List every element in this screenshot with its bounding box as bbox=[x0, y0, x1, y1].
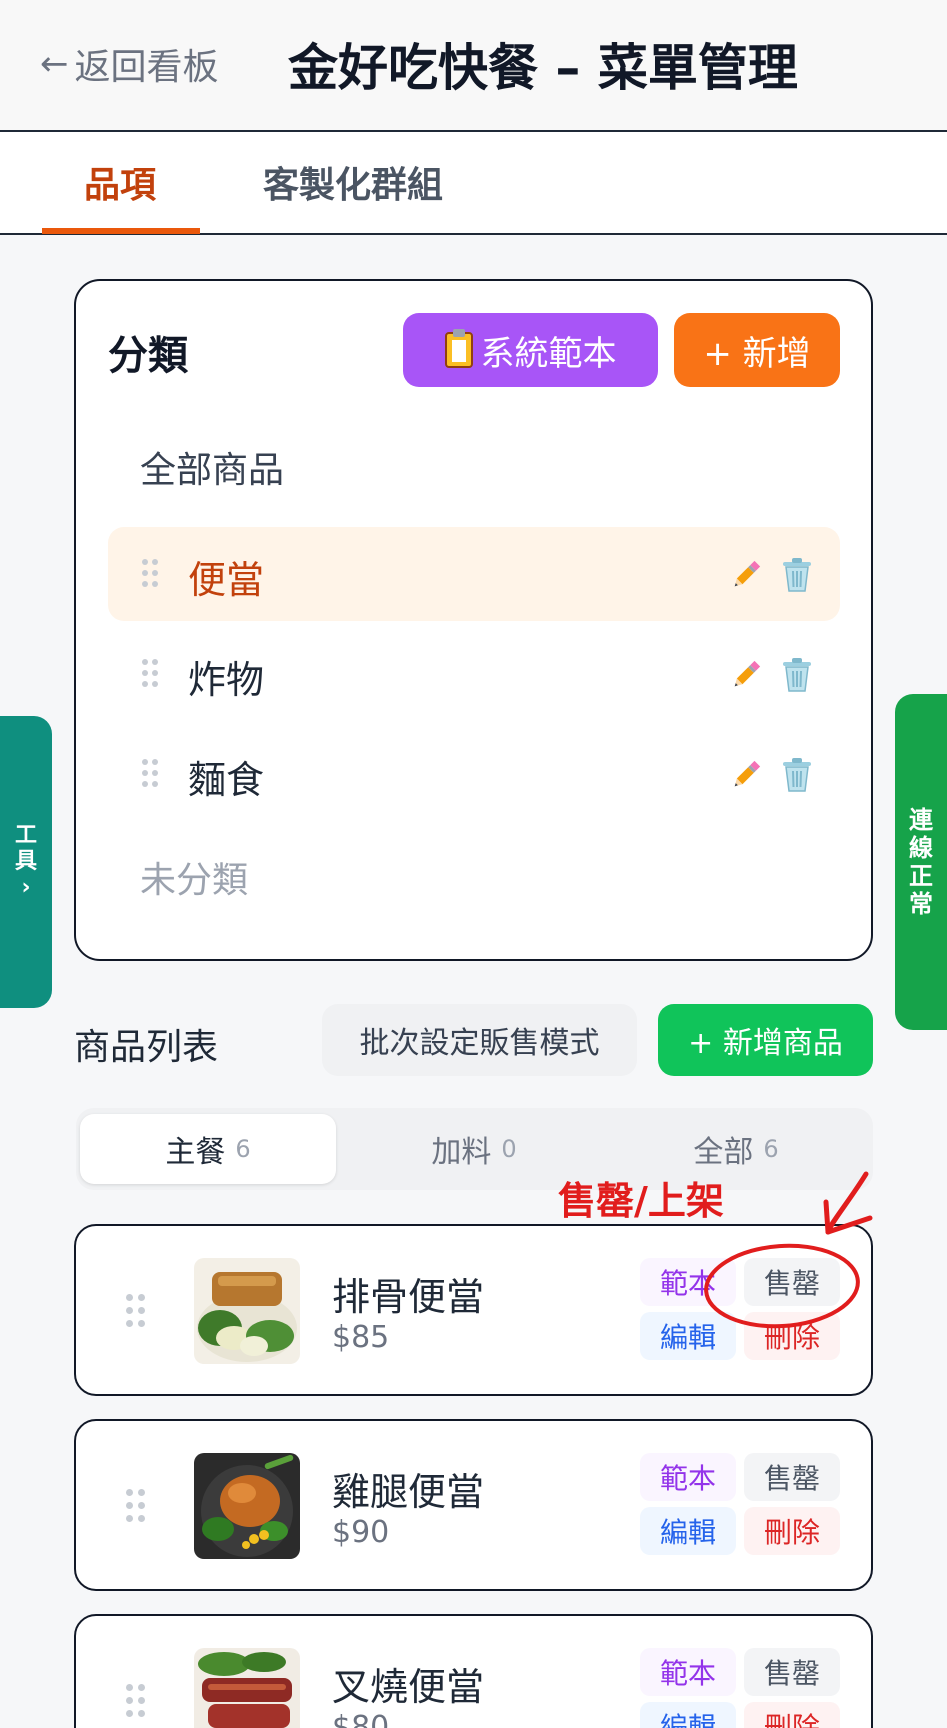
segment-label: 加料 bbox=[431, 1135, 492, 1170]
product-photo bbox=[194, 1648, 300, 1728]
connection-label-char: 常 bbox=[909, 890, 933, 918]
edit-button[interactable]: 編輯 bbox=[640, 1702, 736, 1728]
drag-handle-icon[interactable] bbox=[126, 1684, 146, 1718]
category-name: 炸物 bbox=[188, 658, 265, 702]
category-uncategorized[interactable]: 未分類 bbox=[140, 851, 248, 903]
drag-handle-icon[interactable] bbox=[142, 759, 158, 787]
annotation-label: 售罄/上架 bbox=[558, 1179, 724, 1223]
product-photo bbox=[194, 1258, 300, 1364]
tab-bar: 品項 客製化群組 bbox=[0, 132, 947, 235]
category-all-products[interactable]: 全部商品 bbox=[140, 441, 284, 493]
template-button[interactable]: 範本 bbox=[640, 1648, 736, 1696]
product-price: $90 bbox=[332, 1515, 390, 1550]
system-template-button[interactable]: 系統範本 bbox=[403, 313, 658, 387]
tab-custom-groups[interactable]: 客製化群組 bbox=[263, 156, 443, 208]
category-name: 便當 bbox=[188, 558, 265, 602]
trash-icon[interactable] bbox=[780, 655, 814, 693]
product-photo bbox=[194, 1453, 300, 1559]
product-name: 排骨便當 bbox=[332, 1275, 485, 1319]
drag-handle-icon[interactable] bbox=[142, 559, 158, 587]
segment-count: 6 bbox=[235, 1135, 251, 1163]
connection-status-tab[interactable]: 連 線 正 常 bbox=[895, 694, 947, 1030]
tools-label-char: 具 bbox=[14, 849, 37, 874]
back-to-dashboard-link[interactable]: ← 返回看板 bbox=[40, 38, 219, 90]
batch-sale-mode-button[interactable]: 批次設定販售模式 bbox=[322, 1004, 637, 1076]
segment-count: 0 bbox=[501, 1135, 517, 1163]
page-title: 金好吃快餐 – 菜單管理 bbox=[288, 39, 798, 97]
add-category-button[interactable]: + 新增 bbox=[674, 313, 840, 387]
trash-icon[interactable] bbox=[780, 755, 814, 793]
delete-button[interactable]: 刪除 bbox=[744, 1507, 840, 1555]
active-tab-indicator bbox=[42, 228, 200, 234]
segment-main[interactable]: 主餐 6 bbox=[80, 1114, 336, 1184]
pencil-icon[interactable] bbox=[728, 757, 764, 793]
drag-handle-icon[interactable] bbox=[126, 1489, 146, 1523]
product-price: $85 bbox=[332, 1320, 390, 1355]
tab-items[interactable]: 品項 bbox=[84, 156, 156, 208]
category-name: 麵食 bbox=[188, 758, 265, 802]
tools-label-char: 工 bbox=[14, 823, 37, 848]
drag-handle-icon[interactable] bbox=[142, 659, 158, 687]
product-card: 雞腿便當 $90 範本 售罄 編輯 刪除 bbox=[74, 1419, 873, 1591]
category-item-noodles[interactable]: 麵食 bbox=[108, 727, 840, 821]
segment-label: 主餐 bbox=[165, 1135, 226, 1170]
back-label: 返回看板 bbox=[74, 47, 219, 88]
product-list-title: 商品列表 bbox=[74, 1027, 219, 1068]
segment-count: 6 bbox=[763, 1135, 779, 1163]
connection-label-char: 連 bbox=[909, 806, 933, 834]
arrow-left-icon: ← bbox=[40, 44, 69, 84]
clipboard-icon bbox=[444, 329, 473, 368]
tools-side-tab[interactable]: 工 具 › bbox=[0, 716, 52, 1008]
product-name: 雞腿便當 bbox=[332, 1470, 485, 1514]
product-price: $80 bbox=[332, 1710, 390, 1728]
trash-icon[interactable] bbox=[780, 555, 814, 593]
drag-handle-icon[interactable] bbox=[126, 1294, 146, 1328]
chevron-right-icon: › bbox=[21, 875, 31, 900]
pencil-icon[interactable] bbox=[728, 557, 764, 593]
system-template-label: 系統範本 bbox=[480, 333, 617, 374]
category-item-fried[interactable]: 炸物 bbox=[108, 627, 840, 721]
delete-button[interactable]: 刪除 bbox=[744, 1702, 840, 1728]
template-button[interactable]: 範本 bbox=[640, 1453, 736, 1501]
pencil-icon[interactable] bbox=[728, 657, 764, 693]
connection-label-char: 線 bbox=[909, 834, 933, 862]
annotation-circle-arrow bbox=[704, 1171, 873, 1329]
category-panel: 分類 系統範本 + 新增 全部商品 便當 炸物 麵食 未分類 bbox=[74, 279, 873, 961]
connection-label-char: 正 bbox=[909, 862, 933, 890]
add-product-button[interactable]: + 新增商品 bbox=[658, 1004, 873, 1076]
edit-button[interactable]: 編輯 bbox=[640, 1507, 736, 1555]
soldout-button[interactable]: 售罄 bbox=[744, 1453, 840, 1501]
product-name: 叉燒便當 bbox=[332, 1665, 485, 1709]
soldout-button[interactable]: 售罄 bbox=[744, 1648, 840, 1696]
product-card: 叉燒便當 $80 範本 售罄 編輯 刪除 bbox=[74, 1614, 873, 1728]
category-item-bento[interactable]: 便當 bbox=[108, 527, 840, 621]
header: ← 返回看板 金好吃快餐 – 菜單管理 bbox=[0, 0, 947, 132]
category-title: 分類 bbox=[108, 333, 188, 379]
